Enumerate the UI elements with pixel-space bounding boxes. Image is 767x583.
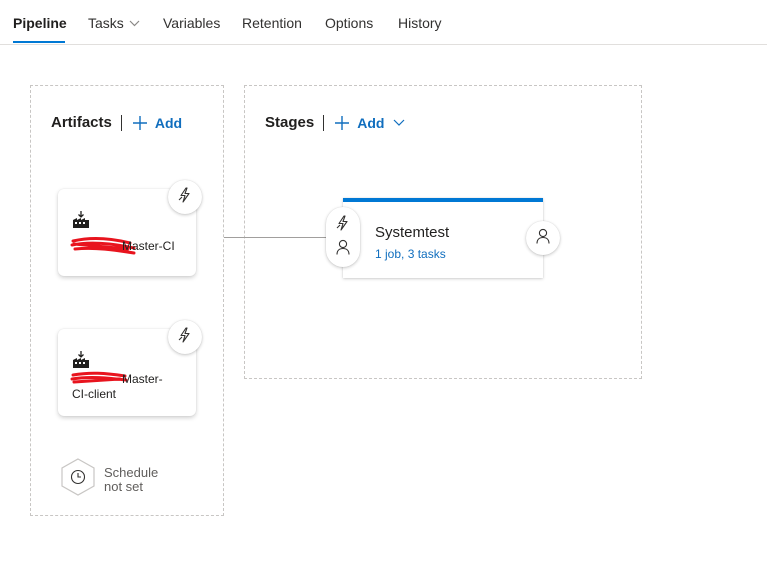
lightning-icon bbox=[335, 214, 351, 236]
header-separator bbox=[120, 114, 122, 131]
tab-history-label: History bbox=[398, 15, 442, 31]
schedule-line1: Schedule bbox=[104, 464, 159, 480]
plus-icon bbox=[334, 115, 350, 131]
lightning-icon bbox=[177, 326, 193, 348]
tab-history[interactable]: History bbox=[398, 15, 442, 31]
tab-pipeline[interactable]: Pipeline bbox=[13, 15, 67, 31]
plus-icon bbox=[132, 115, 148, 131]
stage-name: Systemtest bbox=[375, 224, 450, 241]
artifacts-title: Artifacts bbox=[51, 114, 112, 131]
stage-tasks-link[interactable]: 1 job, 3 tasks bbox=[375, 247, 446, 261]
tab-tasks[interactable]: Tasks bbox=[88, 15, 140, 31]
chevron-down-icon bbox=[393, 119, 405, 126]
active-tab-indicator bbox=[13, 41, 65, 43]
build-artifact-icon bbox=[72, 211, 90, 234]
tab-pipeline-label: Pipeline bbox=[13, 15, 67, 31]
artifact-card[interactable]: Master- CI-client bbox=[58, 320, 202, 416]
schedule-trigger[interactable]: Schedule not set bbox=[60, 458, 158, 501]
tab-bar: Pipeline Tasks Variables Retention Optio… bbox=[0, 0, 767, 45]
artifact-name: Master- bbox=[122, 372, 163, 386]
continuous-deployment-trigger-button[interactable] bbox=[168, 320, 202, 354]
artifact-name-continued: CI-client bbox=[72, 387, 117, 401]
artifact-stage-connector bbox=[224, 237, 328, 238]
chevron-down-icon bbox=[129, 20, 140, 27]
post-deployment-conditions-button[interactable] bbox=[526, 221, 560, 255]
person-icon bbox=[536, 228, 550, 249]
tab-retention-label: Retention bbox=[242, 15, 302, 31]
add-artifact-button[interactable]: Add bbox=[132, 115, 182, 131]
tab-retention[interactable]: Retention bbox=[242, 15, 302, 31]
artifact-name: Master-CI bbox=[122, 239, 175, 253]
artifacts-panel bbox=[30, 85, 224, 516]
tab-options-label: Options bbox=[325, 15, 374, 31]
artifacts-header: Artifacts Add bbox=[51, 114, 182, 131]
stage-card[interactable]: Systemtest 1 job, 3 tasks bbox=[343, 198, 543, 278]
artifact-card[interactable]: Master-CI bbox=[58, 180, 202, 276]
schedule-label: Schedule not set bbox=[104, 464, 159, 494]
schedule-line2: not set bbox=[104, 478, 144, 494]
lightning-icon bbox=[177, 186, 193, 208]
tab-options[interactable]: Options bbox=[325, 15, 373, 31]
header-separator bbox=[323, 114, 325, 131]
add-artifact-label: Add bbox=[154, 114, 183, 131]
add-stage-label: Add bbox=[357, 114, 385, 131]
stages-header: Stages Add bbox=[265, 114, 405, 131]
tab-variables[interactable]: Variables bbox=[163, 15, 220, 31]
stages-title: Stages bbox=[265, 114, 315, 131]
pre-deployment-conditions-button[interactable] bbox=[326, 207, 360, 267]
tab-tasks-label: Tasks bbox=[88, 15, 124, 31]
continuous-deployment-trigger-button[interactable] bbox=[168, 180, 202, 214]
tab-variables-label: Variables bbox=[163, 15, 221, 31]
clock-icon bbox=[60, 458, 96, 501]
person-icon bbox=[336, 239, 350, 260]
redaction-mark bbox=[70, 371, 128, 384]
add-stage-button[interactable]: Add bbox=[334, 115, 405, 131]
